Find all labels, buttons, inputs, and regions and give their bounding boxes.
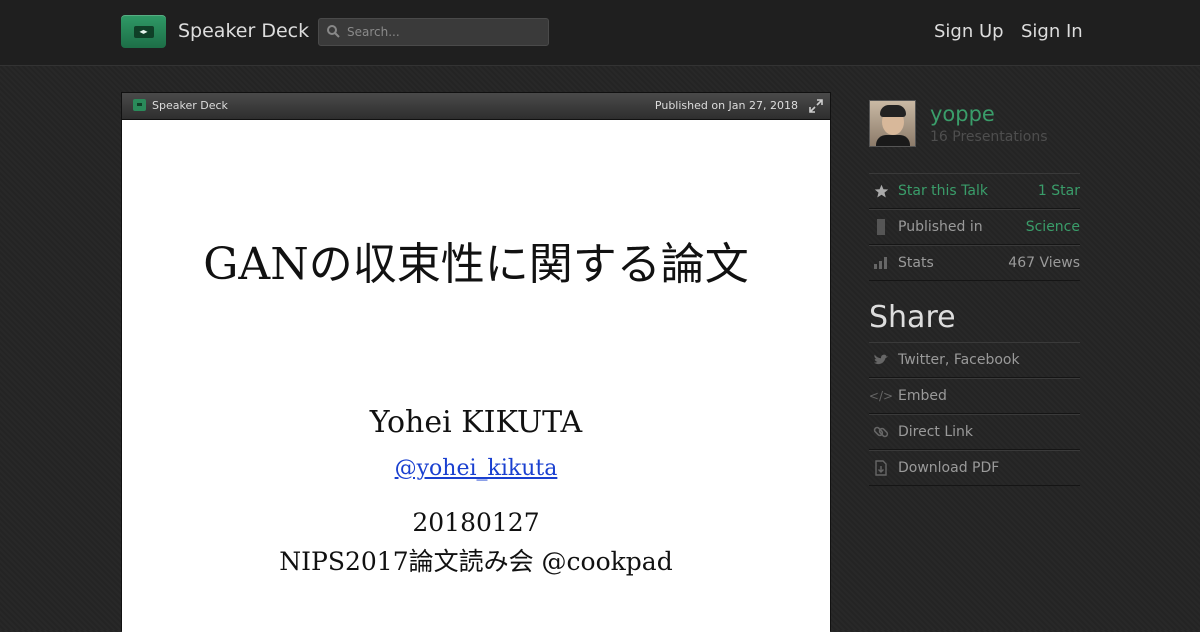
views-count: 467 Views	[1008, 255, 1080, 271]
slide-event: NIPS2017論文読み会 @cookpad	[279, 547, 673, 576]
slide-handle-link[interactable]: @yohei_kikuta	[122, 456, 830, 481]
share-twitter-facebook-label[interactable]: Twitter, Facebook	[898, 352, 1020, 368]
fullscreen-icon[interactable]	[809, 99, 823, 113]
star-count[interactable]: 1 Star	[1038, 183, 1080, 199]
top-navigation-bar: ◂▸ Speaker Deck Sign Up Sign In	[0, 0, 1200, 66]
code-icon: </>	[868, 389, 894, 403]
download-pdf-label[interactable]: Download PDF	[898, 460, 999, 476]
published-in-label: Published in	[898, 219, 983, 235]
category-link[interactable]: Science	[1026, 219, 1080, 235]
search-input[interactable]	[345, 24, 539, 40]
sign-in-link[interactable]: Sign In	[1021, 21, 1083, 42]
logo-arrows-icon: ◂▸	[133, 25, 154, 38]
share-download-pdf[interactable]: Download PDF	[869, 450, 1080, 486]
mini-logo-icon	[133, 99, 146, 111]
slide-date: 20180127	[412, 508, 540, 537]
share-direct-link[interactable]: Direct Link	[869, 414, 1080, 450]
slide[interactable]: GANの収束性に関する論文 Yohei KIKUTA @yohei_kikuta…	[122, 120, 830, 632]
download-file-icon	[873, 460, 889, 476]
search-icon	[327, 23, 345, 42]
stats-row: Stats 467 Views	[869, 245, 1080, 281]
stats-label: Stats	[898, 255, 934, 271]
star-row[interactable]: Star this Talk 1 Star	[869, 173, 1080, 209]
speaker-deck-logo[interactable]: ◂▸	[121, 15, 166, 48]
talk-meta-list: Star this Talk 1 Star Published in Scien…	[869, 173, 1080, 281]
presentation-viewer: Speaker Deck Published on Jan 27, 2018 G…	[121, 92, 831, 632]
share-twitter-facebook[interactable]: Twitter, Facebook	[869, 342, 1080, 378]
star-icon	[873, 183, 889, 199]
search-box[interactable]	[318, 18, 549, 46]
share-heading: Share	[869, 300, 956, 335]
site-title[interactable]: Speaker Deck	[178, 20, 309, 42]
star-talk-button[interactable]: Star this Talk	[898, 183, 988, 199]
embed-label[interactable]: Embed	[898, 388, 947, 404]
bird-icon	[873, 352, 889, 368]
viewer-toolbar: Speaker Deck Published on Jan 27, 2018	[122, 93, 830, 120]
sign-up-link[interactable]: Sign Up	[934, 21, 1004, 42]
username-link[interactable]: yoppe	[930, 102, 995, 126]
published-date: Published on Jan 27, 2018	[654, 99, 798, 112]
viewer-brand[interactable]: Speaker Deck	[152, 99, 228, 112]
bar-chart-icon	[873, 255, 889, 271]
direct-link-label[interactable]: Direct Link	[898, 424, 973, 440]
share-list: Twitter, Facebook </> Embed Direct Link …	[869, 342, 1080, 486]
bookmark-icon	[873, 219, 889, 235]
published-in-row: Published in Science	[869, 209, 1080, 245]
slide-title: GANの収束性に関する論文	[203, 239, 749, 290]
link-icon	[873, 424, 889, 440]
presentation-count: 16 Presentations	[930, 129, 1048, 145]
slide-author: Yohei KIKUTA	[369, 405, 583, 440]
avatar[interactable]	[869, 100, 916, 147]
share-embed[interactable]: </> Embed	[869, 378, 1080, 414]
